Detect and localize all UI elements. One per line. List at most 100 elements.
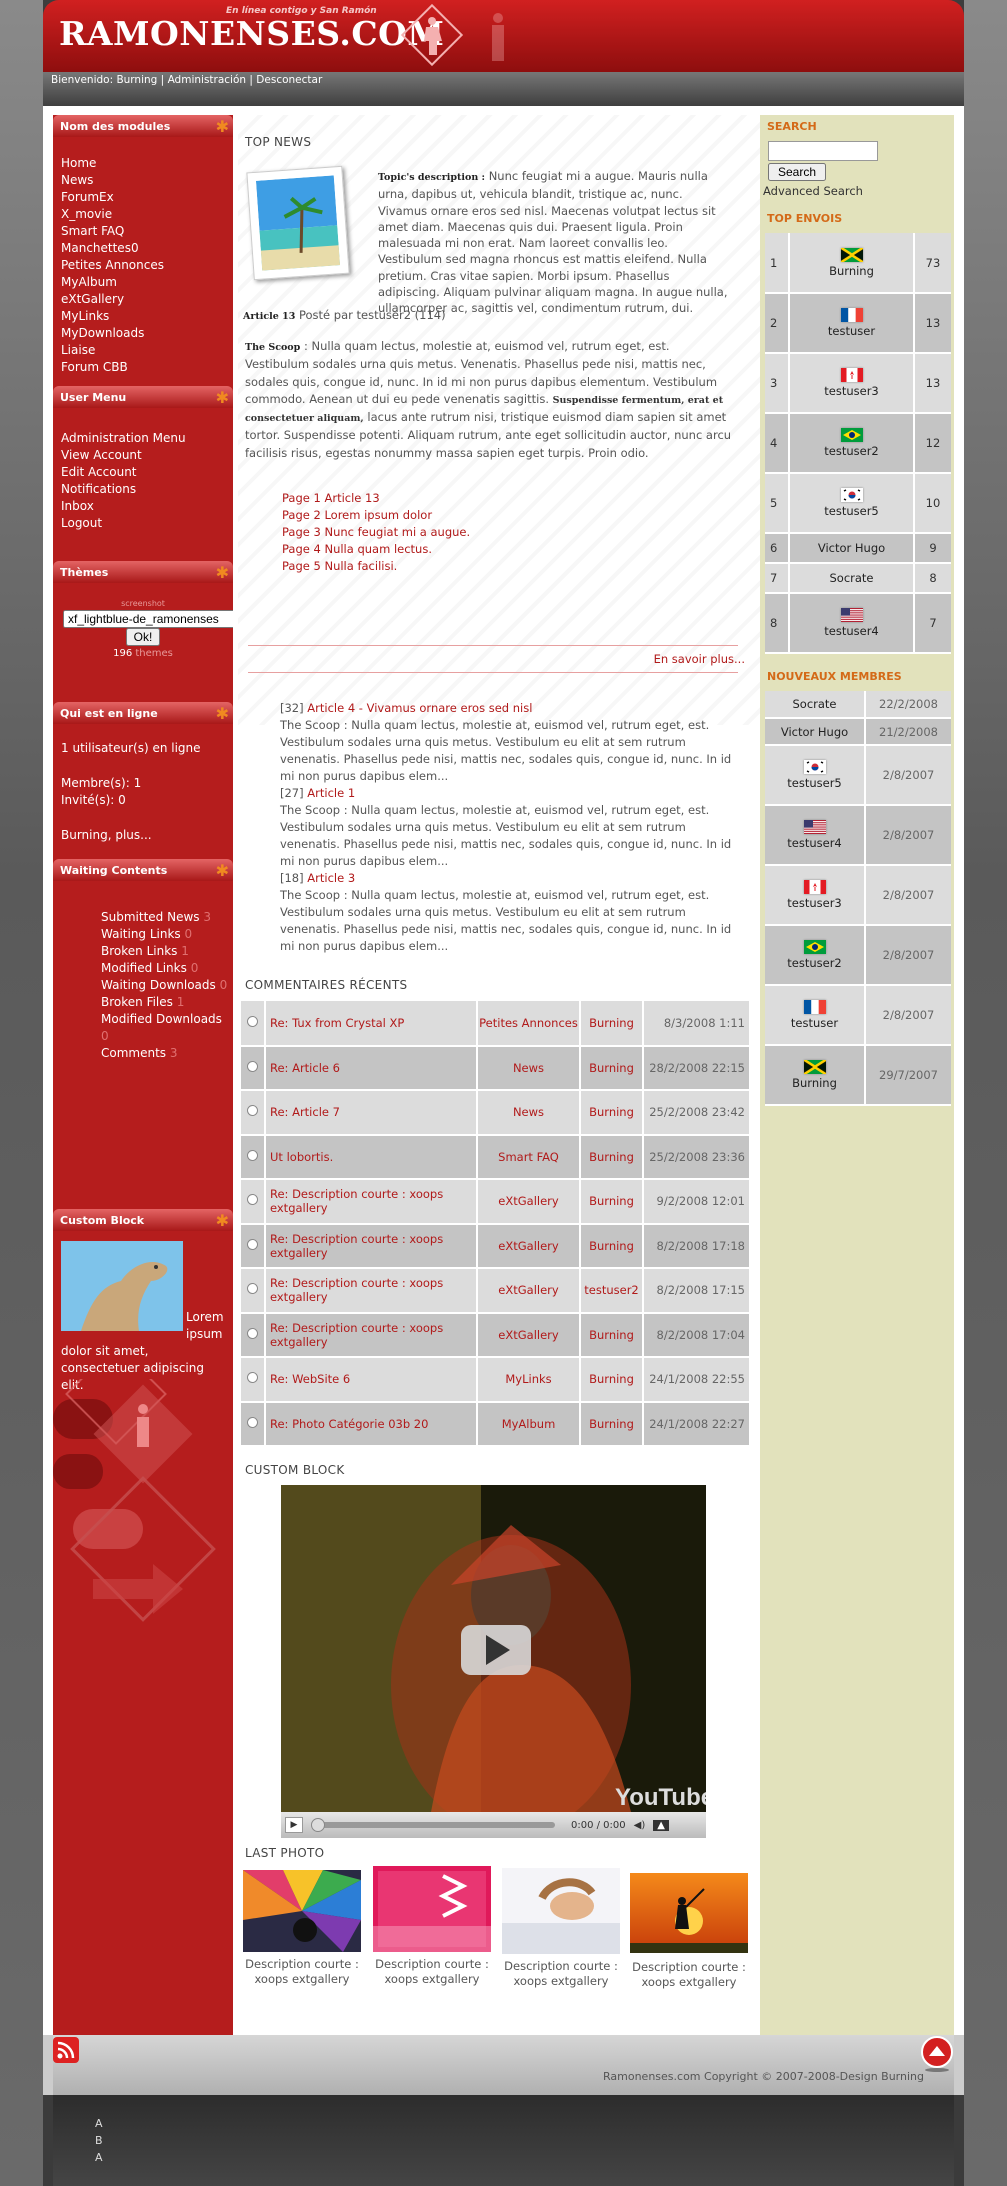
module-link-liaise[interactable]: Liaise <box>61 342 225 359</box>
comment-module-link[interactable]: eXtGallery <box>498 1239 558 1253</box>
page-link[interactable]: Page 4 Nulla quam lectus. <box>282 541 470 558</box>
admin-menu-link[interactable]: Administration Menu <box>61 430 225 447</box>
comment-link[interactable]: Re: Description courte : xoops extgaller… <box>270 1276 443 1304</box>
module-link-mydownloads[interactable]: MyDownloads <box>61 325 225 342</box>
module-link-home[interactable]: Home <box>61 155 225 172</box>
new-member-link[interactable]: testuser3 <box>787 896 842 910</box>
seek-handle[interactable] <box>311 1818 325 1832</box>
inbox-link[interactable]: Inbox <box>61 498 225 515</box>
comment-module-link[interactable]: MyLinks <box>505 1372 551 1386</box>
seek-bar[interactable] <box>311 1818 555 1832</box>
comments-title: COMMENTAIRES RÉCENTS <box>245 978 408 992</box>
module-link-forumex[interactable]: ForumEx <box>61 189 225 206</box>
photo-item[interactable]: Description courte : xoops extgallery <box>630 1873 748 1990</box>
module-link-forum-cbb[interactable]: Forum CBB <box>61 359 225 376</box>
comment-user-link[interactable]: Burning <box>589 1417 634 1431</box>
new-member-link[interactable]: Socrate <box>792 697 836 711</box>
page-link[interactable]: Page 3 Nunc feugiat mi a augue. <box>282 524 470 541</box>
module-link-news[interactable]: News <box>61 172 225 189</box>
top-poster-row: 3 testuser3 13 <box>765 353 951 413</box>
comment-link[interactable]: Re: Description courte : xoops extgaller… <box>270 1232 443 1260</box>
play-icon[interactable]: ▶ <box>285 1817 303 1833</box>
comment-module-link[interactable]: eXtGallery <box>498 1328 558 1342</box>
advanced-search-link[interactable]: Advanced Search <box>763 184 863 198</box>
comment-module-link[interactable]: Smart FAQ <box>498 1150 559 1164</box>
comment-link[interactable]: Re: Article 6 <box>270 1061 340 1075</box>
fullscreen-icon[interactable]: ▲ <box>653 1819 669 1831</box>
comment-user-link[interactable]: Burning <box>589 1372 634 1386</box>
module-link-x-movie[interactable]: X_movie <box>61 206 225 223</box>
page-link[interactable]: Page 5 Nulla facilisi. <box>282 558 470 575</box>
comment-module-link[interactable]: Petites Annonces <box>479 1016 578 1030</box>
theme-select[interactable]: xf_lightblue-de_ramonenses <box>63 610 233 628</box>
volume-icon[interactable]: ◀) <box>634 1820 646 1831</box>
online-more-link[interactable]: Burning, plus... <box>61 828 152 842</box>
photo-item[interactable]: Description courte : xoops extgallery <box>373 1866 491 1987</box>
top-poster-link[interactable]: testuser <box>828 324 875 338</box>
comment-date: 28/2/2008 22:15 <box>649 1060 745 1075</box>
photo-item[interactable]: Description courte : xoops extgallery <box>243 1870 361 1987</box>
footer: Ramonenses.com Copyright © 2007-2008-Des… <box>43 2035 964 2095</box>
page-link[interactable]: Page 2 Lorem ipsum dolor <box>282 507 470 524</box>
comment-user-link[interactable]: Burning <box>589 1194 634 1208</box>
search-input[interactable] <box>768 141 878 161</box>
news-link[interactable]: Article 1 <box>307 786 355 800</box>
new-member-link[interactable]: testuser <box>791 1016 838 1030</box>
theme-ok-button[interactable]: Ok! <box>125 628 161 646</box>
module-link-extgallery[interactable]: eXtGallery <box>61 291 225 308</box>
search-button[interactable]: Search <box>768 163 827 181</box>
back-to-top-icon[interactable] <box>920 2035 954 2073</box>
logout-menu-link[interactable]: Logout <box>61 515 225 532</box>
page-link[interactable]: Page 1 Article 13 <box>282 490 470 507</box>
site-title[interactable]: RAMONENSES.COM <box>59 14 444 53</box>
comment-link[interactable]: Re: Tux from Crystal XP <box>270 1016 404 1030</box>
top-poster-link[interactable]: Victor Hugo <box>818 541 885 555</box>
module-link-myalbum[interactable]: MyAlbum <box>61 274 225 291</box>
new-member-link[interactable]: Victor Hugo <box>781 725 848 739</box>
top-poster-link[interactable]: Socrate <box>829 571 873 585</box>
new-member-link[interactable]: testuser5 <box>787 776 842 790</box>
admin-link[interactable]: Administración <box>168 74 247 86</box>
read-more-link[interactable]: En savoir plus... <box>654 652 745 666</box>
comment-user-link[interactable]: Burning <box>589 1016 634 1030</box>
comment-link[interactable]: Ut lobortis. <box>270 1150 333 1164</box>
module-link-manchettes[interactable]: Manchettes0 <box>61 240 225 257</box>
photo-item[interactable]: Description courte : xoops extgallery <box>502 1868 620 1989</box>
comment-user-link[interactable]: Burning <box>589 1105 634 1119</box>
new-member-link[interactable]: testuser2 <box>787 956 842 970</box>
top-poster-link[interactable]: Burning <box>829 264 874 278</box>
news-link[interactable]: Article 3 <box>307 871 355 885</box>
comment-module-link[interactable]: News <box>513 1061 544 1075</box>
comment-user-link[interactable]: testuser2 <box>584 1283 639 1297</box>
new-member-link[interactable]: testuser4 <box>787 836 842 850</box>
comment-link[interactable]: Re: WebSite 6 <box>270 1372 350 1386</box>
video-player[interactable]: YouTube ▶ 0:00 / 0:00 ◀) ▲ <box>281 1485 714 1838</box>
comment-user-link[interactable]: Burning <box>589 1061 634 1075</box>
comment-link[interactable]: Re: Photo Catégorie 03b 20 <box>270 1417 428 1431</box>
edit-account-link[interactable]: Edit Account <box>61 464 225 481</box>
comment-module-link[interactable]: eXtGallery <box>498 1283 558 1297</box>
comment-module-link[interactable]: MyAlbum <box>502 1417 556 1431</box>
comment-link[interactable]: Re: Article 7 <box>270 1105 340 1119</box>
comment-module-link[interactable]: News <box>513 1105 544 1119</box>
top-poster-link[interactable]: testuser4 <box>824 624 879 638</box>
module-link-mylinks[interactable]: MyLinks <box>61 308 225 325</box>
top-poster-link[interactable]: testuser5 <box>824 504 879 518</box>
photo-caption: Description courte : xoops extgallery <box>632 1960 746 1989</box>
comment-user-link[interactable]: Burning <box>589 1328 634 1342</box>
top-poster-link[interactable]: testuser2 <box>824 444 879 458</box>
comment-link[interactable]: Re: Description courte : xoops extgaller… <box>270 1321 443 1349</box>
comment-user-link[interactable]: Burning <box>589 1150 634 1164</box>
module-link-smart-faq[interactable]: Smart FAQ <box>61 223 225 240</box>
module-link-petites-annonces[interactable]: Petites Annonces <box>61 257 225 274</box>
comment-user-link[interactable]: Burning <box>589 1239 634 1253</box>
logout-link[interactable]: Desconectar <box>256 74 322 86</box>
comment-module-link[interactable]: eXtGallery <box>498 1194 558 1208</box>
top-poster-link[interactable]: testuser3 <box>824 384 879 398</box>
comment-link[interactable]: Re: Description courte : xoops extgaller… <box>270 1187 443 1215</box>
news-link[interactable]: Article 4 - Vivamus ornare eros sed nisl <box>307 701 532 715</box>
rss-icon[interactable] <box>53 2037 79 2063</box>
view-account-link[interactable]: View Account <box>61 447 225 464</box>
notifications-link[interactable]: Notifications <box>61 481 225 498</box>
new-member-link[interactable]: Burning <box>792 1076 837 1090</box>
